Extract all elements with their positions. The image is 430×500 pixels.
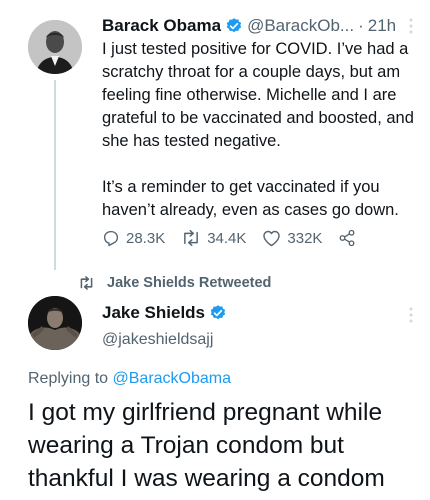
reply-button[interactable]: 28.3K xyxy=(102,229,165,247)
tweet-header: Barack Obama @BarackOb... · 21h xyxy=(102,14,414,38)
reply-author-row: Jake Shields xyxy=(102,303,227,323)
retweet-context[interactable]: Jake Shields Retweeted xyxy=(78,275,271,291)
avatar-jake[interactable] xyxy=(28,296,82,350)
replying-prefix: Replying to xyxy=(28,370,109,387)
retweet-button[interactable]: 34.4K xyxy=(181,229,246,247)
reply-icon xyxy=(103,230,119,247)
reply-count: 28.3K xyxy=(126,229,166,247)
heart-icon xyxy=(263,230,281,247)
retweet-count: 34.4K xyxy=(207,229,247,247)
more-options-icon[interactable] xyxy=(408,306,414,324)
tweet-paragraph-2: It’s a reminder to get vaccinated if you… xyxy=(102,178,399,219)
author-handle[interactable]: @BarackOb... xyxy=(247,16,354,36)
retweet-context-label: Jake Shields Retweeted xyxy=(107,275,272,291)
separator-dot: · xyxy=(358,16,364,35)
thread-line xyxy=(54,80,56,270)
share-button[interactable] xyxy=(338,229,362,247)
tweet-obama[interactable]: Barack Obama @BarackOb... · 21h I just t… xyxy=(0,0,430,270)
replying-to: Replying to @BarackObama xyxy=(28,370,231,388)
reply-author-name[interactable]: Jake Shields xyxy=(102,303,205,323)
reply-tweet-text: I got my girlfriend pregnant while weari… xyxy=(28,399,385,492)
verified-badge-icon xyxy=(209,304,227,322)
avatar-obama-image xyxy=(28,20,82,74)
tweet-actions: 28.3K 34.4K 332K xyxy=(102,229,378,247)
tweet-text: I just tested positive for COVID. I’ve h… xyxy=(102,38,420,222)
replying-mention-link[interactable]: @BarackObama xyxy=(113,370,232,387)
more-options-icon[interactable] xyxy=(408,17,414,35)
tweet-paragraph-1: I just tested positive for COVID. I’ve h… xyxy=(102,40,414,150)
avatar-jake-image xyxy=(28,296,82,350)
verified-badge-icon xyxy=(225,17,243,35)
retweet-icon xyxy=(184,229,199,247)
like-count: 332K xyxy=(287,229,323,247)
like-button[interactable]: 332K xyxy=(262,229,322,247)
avatar-obama[interactable] xyxy=(28,20,82,74)
reply-author-handle[interactable]: @jakeshieldsajj xyxy=(102,331,213,349)
retweet-icon xyxy=(80,276,93,290)
tweet-time[interactable]: 21h xyxy=(368,16,396,36)
share-icon xyxy=(340,229,355,247)
author-name[interactable]: Barack Obama xyxy=(102,16,221,36)
